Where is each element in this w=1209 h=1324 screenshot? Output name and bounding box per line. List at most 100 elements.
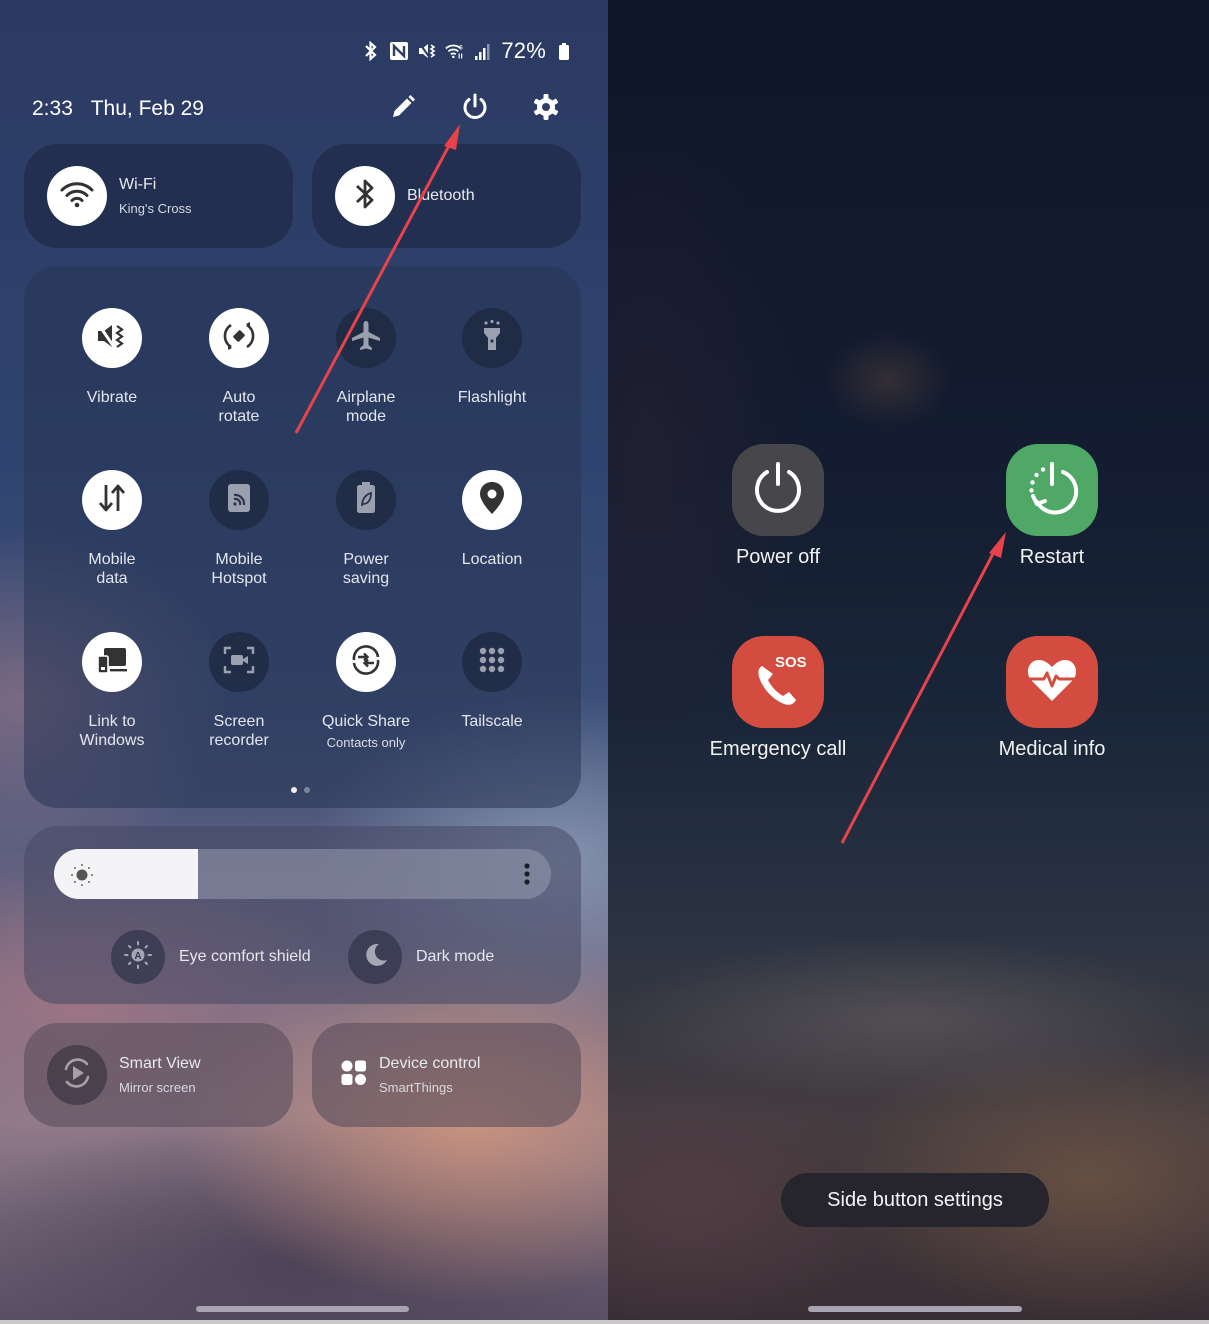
tile-label: Power saving [342,551,390,587]
wifi-icon [60,179,94,214]
mobile-hotspot-toggle[interactable] [209,470,269,530]
smart-view-tile[interactable]: Smart View Mirror screen [24,1023,293,1127]
tile-label: Location [461,551,523,568]
side-button-settings-button[interactable]: Side button settings [781,1173,1049,1227]
device-control-tile[interactable]: Device control SmartThings [312,1023,581,1127]
eye-comfort-label: Eye comfort shield [179,948,311,965]
dark-mode-toggle[interactable]: Dark mode [348,930,494,984]
location-icon [478,480,506,521]
auto-rotate-icon [221,318,257,359]
link-to-windows-icon [95,645,129,680]
tile-label: Quick Share [321,713,411,730]
eye-comfort-shield-toggle[interactable]: A Eye comfort shield [111,930,311,984]
mobile-data-toggle[interactable] [82,470,142,530]
tile-vibrate[interactable]: Vibrate [49,308,175,407]
power-menu: Power off Restart SOS Emergency call Med… [608,0,1209,1320]
moon-icon [361,941,389,974]
wifi-label: Wi-Fi [119,176,157,193]
device-control-label: Device control [379,1055,481,1072]
bluetooth-toggle[interactable] [335,166,395,226]
emergency-call-tile[interactable]: SOS [732,636,824,728]
tile-airplane-mode[interactable]: Airplane mode [303,308,429,426]
nfc-icon [389,41,409,61]
navigation-handle[interactable] [196,1306,409,1312]
bluetooth-tile[interactable]: Bluetooth [312,144,581,248]
signal-icon [473,41,493,61]
tile-location[interactable]: Location [429,470,555,569]
tile-label: Flashlight [457,389,527,406]
vibrate-icon [95,321,129,356]
restart-label: Restart [1019,546,1085,568]
medical-info-tile[interactable] [1006,636,1098,728]
tile-label: Tailscale [461,713,523,730]
airplane-mode-toggle[interactable] [336,308,396,368]
bluetooth-label: Bluetooth [407,187,475,204]
medical-info-icon [1026,657,1078,708]
medical-info-label: Medical info [998,738,1106,760]
wifi6-icon: 6 [445,41,465,61]
navigation-handle[interactable] [808,1306,1022,1312]
tile-power-saving[interactable]: Power saving [303,470,429,588]
svg-text:A: A [134,951,141,962]
flashlight-toggle[interactable] [462,308,522,368]
mobile-data-icon [95,482,129,519]
airplane-icon [349,319,383,358]
eye-comfort-icon: A [123,940,153,975]
power-off-tile[interactable] [732,444,824,536]
tile-flashlight[interactable]: Flashlight [429,308,555,407]
emergency-call-icon: SOS [748,652,808,712]
link-to-windows-toggle[interactable] [82,632,142,692]
settings-icon [531,92,561,127]
tile-label: Airplane mode [336,389,396,425]
smart-view-icon [59,1055,95,1096]
tile-mobile-hotspot[interactable]: Mobile Hotspot [176,470,302,588]
tailscale-toggle[interactable] [462,632,522,692]
smart-view-label: Smart View [119,1055,201,1072]
tile-mobile-data[interactable]: Mobile data [49,470,175,588]
vibrate-toggle[interactable] [82,308,142,368]
device-control-icon [340,1059,368,1092]
restart-button[interactable]: Restart [942,444,1162,569]
quick-settings-panel: 6 72% 2:33 Thu, Feb 29 Wi-Fi King's Cros… [0,0,608,1320]
screen-recorder-toggle[interactable] [209,632,269,692]
tile-screen-recorder[interactable]: Screen recorder [176,632,302,750]
tile-label: Auto rotate [218,389,260,425]
wifi-toggle[interactable] [47,166,107,226]
tile-label: Screen recorder [209,713,269,749]
emergency-call-button[interactable]: SOS Emergency call [668,636,888,761]
bluetooth-icon [361,41,381,61]
restart-tile[interactable] [1006,444,1098,536]
power-saving-toggle[interactable] [336,470,396,530]
battery-percent: 72% [501,38,546,63]
wifi-tile[interactable]: Wi-Fi King's Cross [24,144,293,248]
tile-quick-share[interactable]: Quick Share Contacts only [303,632,429,750]
edit-button[interactable] [386,92,420,126]
wifi-network: King's Cross [119,201,192,216]
svg-text:6: 6 [460,44,464,51]
quick-share-toggle[interactable] [336,632,396,692]
settings-button[interactable] [529,92,563,126]
page-dot-active[interactable] [291,787,297,793]
power-off-button[interactable]: Power off [668,444,888,569]
tile-sublabel: Contacts only [326,735,406,750]
vibrate-icon [417,41,437,61]
tile-link-to-windows[interactable]: Link to Windows [49,632,175,750]
quick-share-icon [349,643,383,682]
tile-tailscale[interactable]: Tailscale [429,632,555,731]
location-toggle[interactable] [462,470,522,530]
more-vertical-icon[interactable] [523,862,531,891]
restart-icon [1024,460,1080,521]
dark-mode-label: Dark mode [416,948,495,965]
tile-auto-rotate[interactable]: Auto rotate [176,308,302,426]
power-off-label: Power off [735,546,821,568]
tile-label: Vibrate [86,389,138,406]
brightness-slider[interactable] [54,849,551,899]
power-button[interactable] [458,92,492,126]
clock-time: 2:33 [32,97,73,120]
auto-rotate-toggle[interactable] [209,308,269,368]
power-icon [460,92,490,127]
medical-info-button[interactable]: Medical info [942,636,1162,761]
page-dot[interactable] [304,787,310,793]
power-saving-icon [354,480,378,521]
screen-recorder-icon [222,645,256,680]
